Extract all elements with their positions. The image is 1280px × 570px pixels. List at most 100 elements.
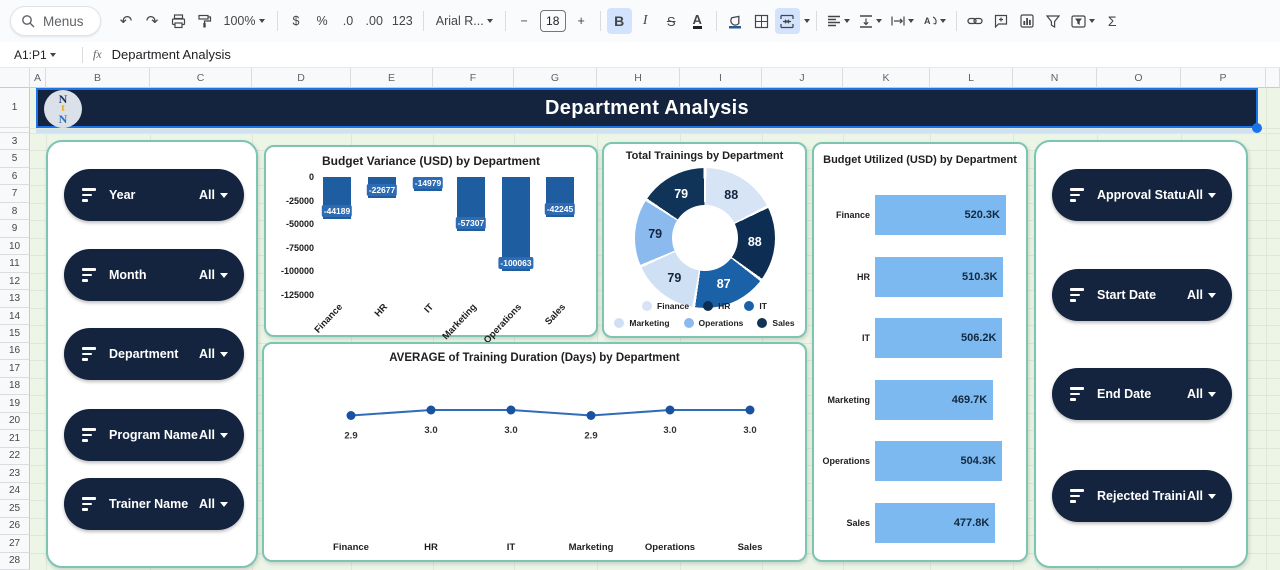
filter-value-dropdown[interactable]: All bbox=[199, 497, 228, 511]
filter-pill-approval-status[interactable]: Approval StatusAll bbox=[1052, 169, 1232, 221]
row-header-15[interactable]: 15 bbox=[0, 325, 30, 342]
row-header-10[interactable]: 10 bbox=[0, 238, 30, 255]
filter-value-dropdown[interactable]: All bbox=[199, 268, 228, 282]
avg-duration-chart[interactable]: AVERAGE of Training Duration (Days) by D… bbox=[262, 342, 807, 562]
row-header-17[interactable]: 17 bbox=[0, 360, 30, 377]
row-header-20[interactable]: 20 bbox=[0, 413, 30, 430]
row-header-18[interactable]: 18 bbox=[0, 378, 30, 395]
merge-cells-button[interactable] bbox=[775, 8, 800, 34]
row-header-11[interactable]: 11 bbox=[0, 255, 30, 272]
borders-button[interactable] bbox=[749, 8, 774, 34]
row-header-5[interactable]: 5 bbox=[0, 150, 30, 167]
row-header-25[interactable]: 25 bbox=[0, 500, 30, 517]
bold-button[interactable]: B bbox=[607, 8, 632, 34]
text-wrap-button[interactable] bbox=[887, 8, 918, 34]
font-select[interactable]: Arial R... bbox=[430, 8, 499, 34]
formula-input[interactable]: Department Analysis bbox=[112, 47, 231, 62]
row-header-12[interactable]: 12 bbox=[0, 273, 30, 290]
print-button[interactable] bbox=[166, 8, 191, 34]
grid-corner[interactable] bbox=[0, 68, 30, 88]
zoom-select[interactable]: 100% bbox=[218, 8, 271, 34]
decrease-decimal-button[interactable]: .0 bbox=[336, 8, 361, 34]
budget-variance-chart[interactable]: Budget Variance (USD) by Department 0-25… bbox=[264, 145, 598, 337]
filter-pill-trainer-name[interactable]: Trainer NameAll bbox=[64, 478, 244, 530]
filter-pill-start-date[interactable]: Start DateAll bbox=[1052, 269, 1232, 321]
column-header-D[interactable]: D bbox=[252, 68, 351, 88]
create-filter-button[interactable] bbox=[1041, 8, 1066, 34]
column-header-A[interactable]: A bbox=[30, 68, 46, 88]
sheet-grid[interactable]: ABCDEFGHIJKLNOP 135678910111213141516171… bbox=[0, 68, 1280, 570]
total-trainings-chart[interactable]: Total Trainings by Department 8888877979… bbox=[602, 142, 807, 338]
column-header-E[interactable]: E bbox=[351, 68, 433, 88]
row-header-19[interactable]: 19 bbox=[0, 395, 30, 412]
functions-button[interactable]: Σ bbox=[1100, 8, 1125, 34]
row-header-26[interactable]: 26 bbox=[0, 518, 30, 535]
column-header-P[interactable]: P bbox=[1181, 68, 1266, 88]
column-header-F[interactable]: F bbox=[433, 68, 514, 88]
row-header-21[interactable]: 21 bbox=[0, 430, 30, 447]
vertical-align-button[interactable] bbox=[855, 8, 886, 34]
row-header-9[interactable]: 9 bbox=[0, 220, 30, 237]
column-header-H[interactable]: H bbox=[597, 68, 680, 88]
insert-link-button[interactable] bbox=[963, 8, 988, 34]
insert-comment-button[interactable] bbox=[989, 8, 1014, 34]
text-rotation-button[interactable]: A bbox=[919, 8, 950, 34]
text-color-button[interactable]: A bbox=[685, 8, 710, 34]
number-format-button[interactable]: 123 bbox=[388, 8, 417, 34]
selection-handle[interactable] bbox=[1252, 123, 1262, 133]
column-header-N[interactable]: N bbox=[1013, 68, 1097, 88]
filter-views-button[interactable] bbox=[1067, 8, 1099, 34]
column-header-O[interactable]: O bbox=[1097, 68, 1181, 88]
format-percent-button[interactable]: % bbox=[310, 8, 335, 34]
strikethrough-button[interactable]: S bbox=[659, 8, 684, 34]
name-box[interactable]: A1:P1 bbox=[0, 48, 78, 62]
increase-font-size-button[interactable]: + bbox=[569, 8, 594, 34]
filter-value-dropdown[interactable]: All bbox=[1187, 288, 1216, 302]
font-size-input[interactable]: 18 bbox=[540, 10, 566, 32]
row-header-6[interactable]: 6 bbox=[0, 168, 30, 185]
dashboard-title-banner[interactable]: N t N Department Analysis bbox=[36, 88, 1258, 128]
filter-value-dropdown[interactable]: All bbox=[199, 347, 228, 361]
insert-chart-button[interactable] bbox=[1015, 8, 1040, 34]
filter-pill-program-name[interactable]: Program NameAll bbox=[64, 409, 244, 461]
undo-button[interactable]: ↶ bbox=[114, 8, 139, 34]
column-header-I[interactable]: I bbox=[680, 68, 762, 88]
row-header-7[interactable]: 7 bbox=[0, 185, 30, 202]
row-header-14[interactable]: 14 bbox=[0, 308, 30, 325]
budget-utilized-chart[interactable]: Budget Utilized (USD) by Department Fina… bbox=[812, 142, 1028, 562]
decrease-font-size-button[interactable]: − bbox=[512, 8, 537, 34]
filter-pill-month[interactable]: MonthAll bbox=[64, 249, 244, 301]
menus-search-button[interactable]: Menus bbox=[10, 6, 101, 36]
increase-decimal-button[interactable]: .00 bbox=[362, 8, 387, 34]
column-header-G[interactable]: G bbox=[514, 68, 597, 88]
fill-color-button[interactable] bbox=[723, 8, 748, 34]
row-header-28[interactable]: 28 bbox=[0, 553, 30, 570]
filter-value-dropdown[interactable]: All bbox=[1187, 489, 1216, 503]
row-header-3[interactable]: 3 bbox=[0, 133, 30, 150]
filter-value-dropdown[interactable]: All bbox=[199, 188, 228, 202]
column-header-C[interactable]: C bbox=[150, 68, 252, 88]
italic-button[interactable]: I bbox=[633, 8, 658, 34]
horizontal-align-button[interactable] bbox=[823, 8, 854, 34]
row-header-13[interactable]: 13 bbox=[0, 290, 30, 307]
filter-value-dropdown[interactable]: All bbox=[1187, 387, 1216, 401]
column-header-K[interactable]: K bbox=[843, 68, 930, 88]
row-header-24[interactable]: 24 bbox=[0, 483, 30, 500]
column-header-J[interactable]: J bbox=[762, 68, 843, 88]
row-header-23[interactable]: 23 bbox=[0, 465, 30, 482]
row-header-1[interactable]: 1 bbox=[0, 88, 30, 128]
filter-pill-department[interactable]: DepartmentAll bbox=[64, 328, 244, 380]
filter-value-dropdown[interactable]: All bbox=[199, 428, 228, 442]
redo-button[interactable]: ↷ bbox=[140, 8, 165, 34]
column-header-L[interactable]: L bbox=[930, 68, 1013, 88]
row-header-27[interactable]: 27 bbox=[0, 535, 30, 552]
column-header-B[interactable]: B bbox=[46, 68, 150, 88]
paint-format-button[interactable] bbox=[192, 8, 217, 34]
filter-pill-end-date[interactable]: End DateAll bbox=[1052, 368, 1232, 420]
row-header-8[interactable]: 8 bbox=[0, 203, 30, 220]
merge-options-caret[interactable] bbox=[804, 19, 810, 23]
filter-pill-year[interactable]: YearAll bbox=[64, 169, 244, 221]
format-currency-button[interactable]: $ bbox=[284, 8, 309, 34]
row-header-16[interactable]: 16 bbox=[0, 343, 30, 360]
filter-pill-rejected-traini-[interactable]: Rejected Traini…All bbox=[1052, 470, 1232, 522]
